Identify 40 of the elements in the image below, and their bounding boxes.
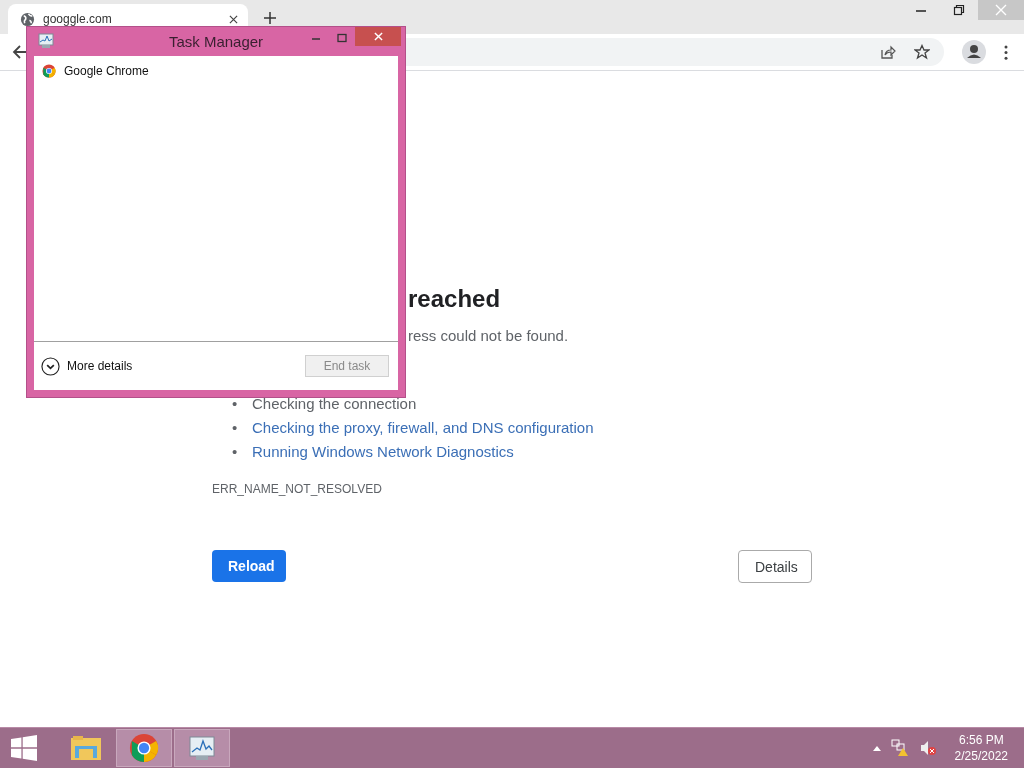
bullet: • [232,442,239,462]
chrome-button[interactable] [116,729,172,767]
task-manager-icon [37,33,55,49]
chevron-down-icon [41,356,60,376]
tray-caret-icon[interactable] [872,745,881,751]
close-button[interactable] [355,27,401,46]
network-warning-icon[interactable] [890,739,909,757]
menu-icon[interactable] [1004,44,1008,60]
restore-icon[interactable] [953,4,965,16]
maximize-icon[interactable] [337,33,347,43]
share-icon[interactable] [880,44,896,60]
suggestion-link[interactable]: Checking the proxy, firewall, and DNS configuration [252,419,594,436]
suggestion-text: Checking the connection [252,395,417,412]
window-title: Task Manager [168,33,264,50]
error-heading: reached [408,285,502,313]
monitor-chart-icon [186,734,218,762]
task-manager-button[interactable] [174,729,230,767]
details-button[interactable]: Details [738,550,812,583]
start-icon[interactable] [10,735,38,761]
close-icon [373,32,383,41]
suggestion-link[interactable]: Running Windows Network Diagnostics [252,443,514,460]
error-code: ERR_NAME_NOT_RESOLVED [212,482,383,496]
new-tab-icon[interactable] [264,12,276,24]
speaker-muted-icon[interactable] [918,739,937,757]
process-item[interactable]: Google Chrome [34,62,398,80]
error-message: ress could not be found. [408,327,570,344]
folder-icon [70,734,102,762]
profile-avatar-icon[interactable] [962,40,986,64]
globe-icon [20,11,35,27]
bullet: • [232,418,239,438]
reload-button[interactable]: Reload [212,550,286,582]
chrome-icon [42,64,56,78]
chrome-icon [129,733,159,763]
back-arrow-icon[interactable] [12,44,28,60]
star-icon[interactable] [914,44,930,60]
more-details-toggle[interactable]: More details [41,356,133,376]
bullet: • [232,394,239,414]
close-icon [995,4,1007,16]
clock[interactable]: 6:56 PM 2/25/2022 [954,732,1008,764]
close-icon[interactable] [229,14,238,24]
